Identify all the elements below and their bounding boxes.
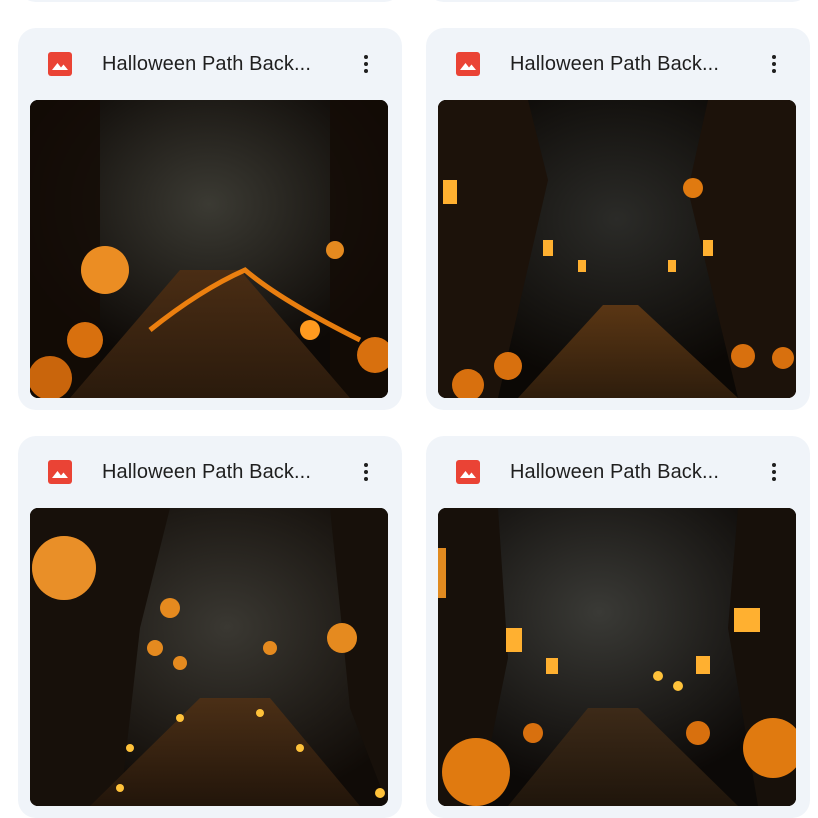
more-options-button[interactable] <box>758 456 790 488</box>
file-thumbnail[interactable] <box>30 508 388 806</box>
more-vert-icon <box>364 55 368 73</box>
file-thumbnail[interactable] <box>30 100 388 398</box>
file-card-header: Halloween Path Back... <box>426 28 810 100</box>
file-card-header: Halloween Path Back... <box>18 436 402 508</box>
more-options-button[interactable] <box>350 48 382 80</box>
file-card-header: Halloween Path Back... <box>426 436 810 508</box>
file-card[interactable]: Halloween Path Back... <box>18 28 402 410</box>
more-options-button[interactable] <box>350 456 382 488</box>
card-partial-top-right[interactable] <box>426 0 810 2</box>
file-thumbnail[interactable] <box>438 508 796 806</box>
file-title: Halloween Path Back... <box>102 461 311 483</box>
more-options-button[interactable] <box>758 48 790 80</box>
file-card[interactable]: Halloween Path Back... <box>18 436 402 818</box>
file-card-header: Halloween Path Back... <box>18 28 402 100</box>
image-file-icon <box>456 460 480 484</box>
file-title: Halloween Path Back... <box>102 53 311 75</box>
file-card[interactable]: Halloween Path Back... <box>426 436 810 818</box>
file-title: Halloween Path Back... <box>510 461 719 483</box>
more-vert-icon <box>772 55 776 73</box>
more-vert-icon <box>772 463 776 481</box>
image-file-icon <box>48 460 72 484</box>
file-title: Halloween Path Back... <box>510 53 719 75</box>
image-file-icon <box>48 52 72 76</box>
image-file-icon <box>456 52 480 76</box>
more-vert-icon <box>364 463 368 481</box>
card-partial-top-left[interactable] <box>18 0 402 2</box>
file-thumbnail[interactable] <box>438 100 796 398</box>
file-card[interactable]: Halloween Path Back... <box>426 28 810 410</box>
